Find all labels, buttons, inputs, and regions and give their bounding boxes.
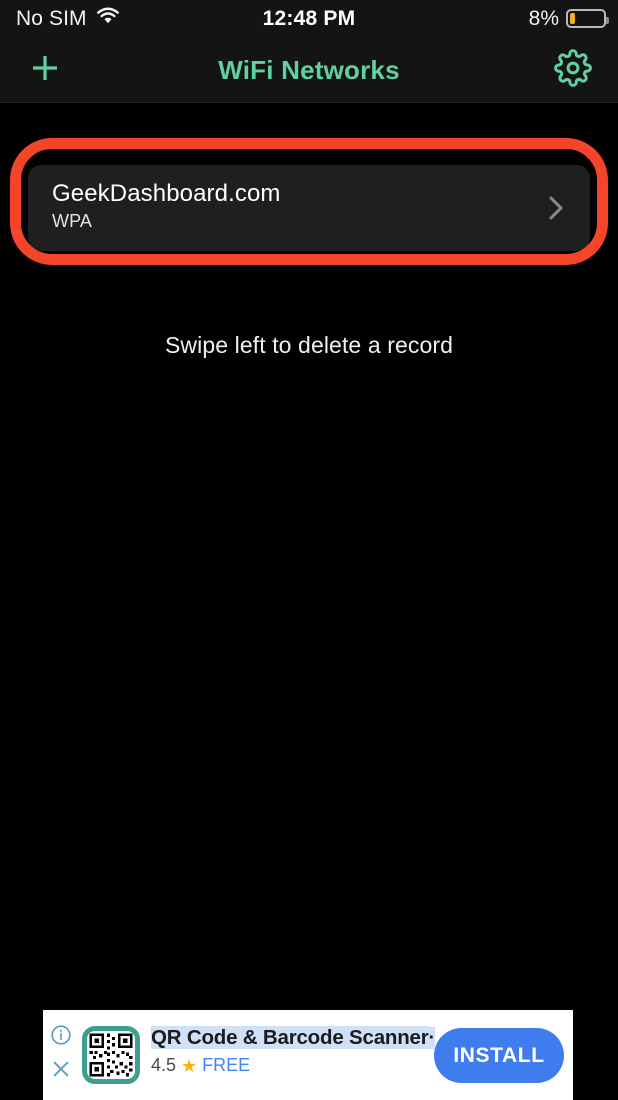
status-bar-center: 12:48 PM (0, 0, 618, 37)
ad-subtitle: 4.5 ★ FREE (151, 1055, 426, 1076)
close-icon[interactable] (50, 1058, 72, 1085)
page-title: WiFi Networks (218, 54, 400, 85)
ad-text-block: QR Code & Barcode Scanner· 4.5 ★ FREE (151, 1026, 436, 1076)
list-item[interactable]: GeekDashboard.com WPA (28, 165, 590, 251)
settings-button[interactable] (548, 37, 598, 103)
battery-low-icon (566, 9, 609, 28)
status-bar: No SIM 12:48 PM 8% (0, 0, 618, 37)
ad-banner[interactable]: QR Code & Barcode Scanner· 4.5 ★ FREE IN… (43, 1010, 573, 1100)
install-button[interactable]: INSTALL (434, 1028, 564, 1083)
ad-meta-controls (50, 1024, 72, 1085)
phone-screen: No SIM 12:48 PM 8% WiFi Networks GeekDas… (0, 0, 618, 1100)
swipe-hint-label: Swipe left to delete a record (164, 332, 453, 358)
ad-title: QR Code & Barcode Scanner (151, 1026, 429, 1049)
chevron-right-icon (546, 165, 566, 251)
info-icon[interactable] (50, 1024, 72, 1051)
battery-percent-label: 8% (528, 6, 559, 30)
star-icon: ★ (181, 1055, 198, 1076)
qr-code-icon (82, 1026, 140, 1084)
gear-icon (554, 48, 592, 92)
network-ssid: GeekDashboard.com (52, 180, 281, 207)
network-security: WPA (52, 211, 92, 231)
navigation-bar: WiFi Networks (0, 37, 618, 103)
clock-label: 12:48 PM (262, 6, 356, 30)
ad-rating: 4.5 (151, 1055, 177, 1075)
ad-price: FREE (202, 1055, 251, 1075)
status-bar-right: 8% (528, 0, 609, 37)
battery-fill (570, 13, 575, 24)
ad-title-suffix: · (428, 1027, 436, 1049)
main-content: GeekDashboard.com WPA Swipe left to dele… (0, 104, 618, 1100)
network-row-texts: GeekDashboard.com WPA (52, 179, 280, 232)
battery-cap (606, 17, 609, 24)
